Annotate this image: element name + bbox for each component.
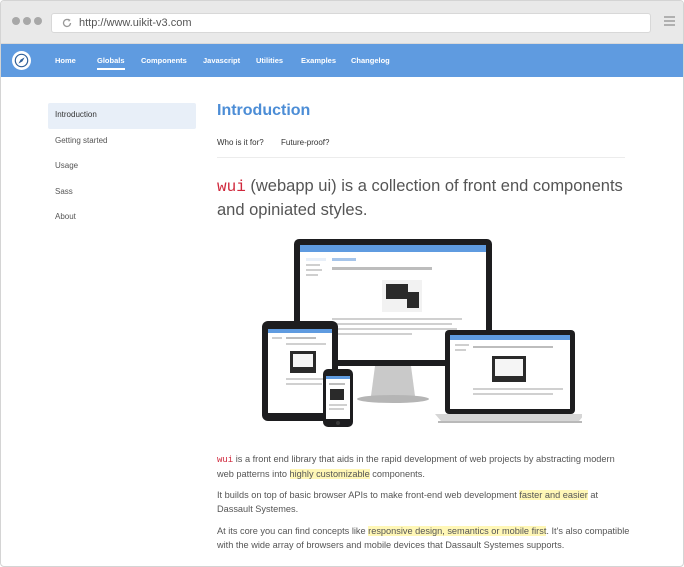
sidebar: Introduction Getting started Usage Sass … xyxy=(48,103,196,231)
sidebar-item-about[interactable]: About xyxy=(48,205,196,231)
lead-paragraph: wui (webapp ui) is a collection of front… xyxy=(217,175,637,222)
sidebar-item-usage[interactable]: Usage xyxy=(48,154,196,180)
browser-toolbar: http://www.uikit-v3.com xyxy=(1,1,683,44)
intro-paragraph-1: wui is a front end library that aids in … xyxy=(217,453,631,481)
wui-code: wui xyxy=(217,178,246,196)
nav-item-home[interactable]: Home xyxy=(55,44,76,77)
subnav-divider xyxy=(217,157,625,158)
top-navbar: Home Globals Components Javascript Utili… xyxy=(1,44,683,77)
page-title: Introduction xyxy=(217,102,311,119)
nav-item-examples[interactable]: Examples xyxy=(301,44,336,77)
window-minimize-dot[interactable] xyxy=(23,17,31,25)
subnav-who-is-it-for[interactable]: Who is it for? xyxy=(217,138,264,147)
paragraph-text: It builds on top of basic browser APIs t… xyxy=(217,490,520,500)
reload-icon[interactable] xyxy=(61,17,73,29)
intro-paragraph-2: It builds on top of basic browser APIs t… xyxy=(217,489,631,516)
sidebar-item-getting-started[interactable]: Getting started xyxy=(48,129,196,155)
url-text: http://www.uikit-v3.com xyxy=(79,17,192,29)
sidebar-item-introduction[interactable]: Introduction xyxy=(48,103,196,129)
sidebar-item-sass[interactable]: Sass xyxy=(48,180,196,206)
compass-logo-icon[interactable] xyxy=(12,51,31,70)
address-bar[interactable]: http://www.uikit-v3.com xyxy=(51,13,651,33)
window-maximize-dot[interactable] xyxy=(34,17,42,25)
nav-item-components[interactable]: Components xyxy=(141,44,187,77)
nav-item-javascript[interactable]: Javascript xyxy=(203,44,240,77)
menu-icon[interactable] xyxy=(664,16,675,26)
nav-item-utilities[interactable]: Utilities xyxy=(256,44,283,77)
paragraph-text: At its core you can find concepts like xyxy=(217,526,369,536)
subnav-future-proof[interactable]: Future-proof? xyxy=(281,138,329,147)
window-close-dot[interactable] xyxy=(12,17,20,25)
responsive-devices-image xyxy=(262,239,582,427)
intro-paragraph-3: At its core you can find concepts like r… xyxy=(217,525,631,552)
lead-text: (webapp ui) is a collection of front end… xyxy=(217,177,623,219)
highlight-text: highly customizable xyxy=(289,468,370,479)
highlight-text: faster and easier xyxy=(519,490,588,500)
paragraph-text: components. xyxy=(369,468,425,479)
nav-item-globals[interactable]: Globals xyxy=(97,44,125,77)
wui-code: wui xyxy=(217,455,234,465)
browser-window: http://www.uikit-v3.com Home Globals Com… xyxy=(0,0,684,567)
highlight-text: responsive design, semantics or mobile f… xyxy=(368,526,547,536)
nav-item-changelog[interactable]: Changelog xyxy=(351,44,390,77)
